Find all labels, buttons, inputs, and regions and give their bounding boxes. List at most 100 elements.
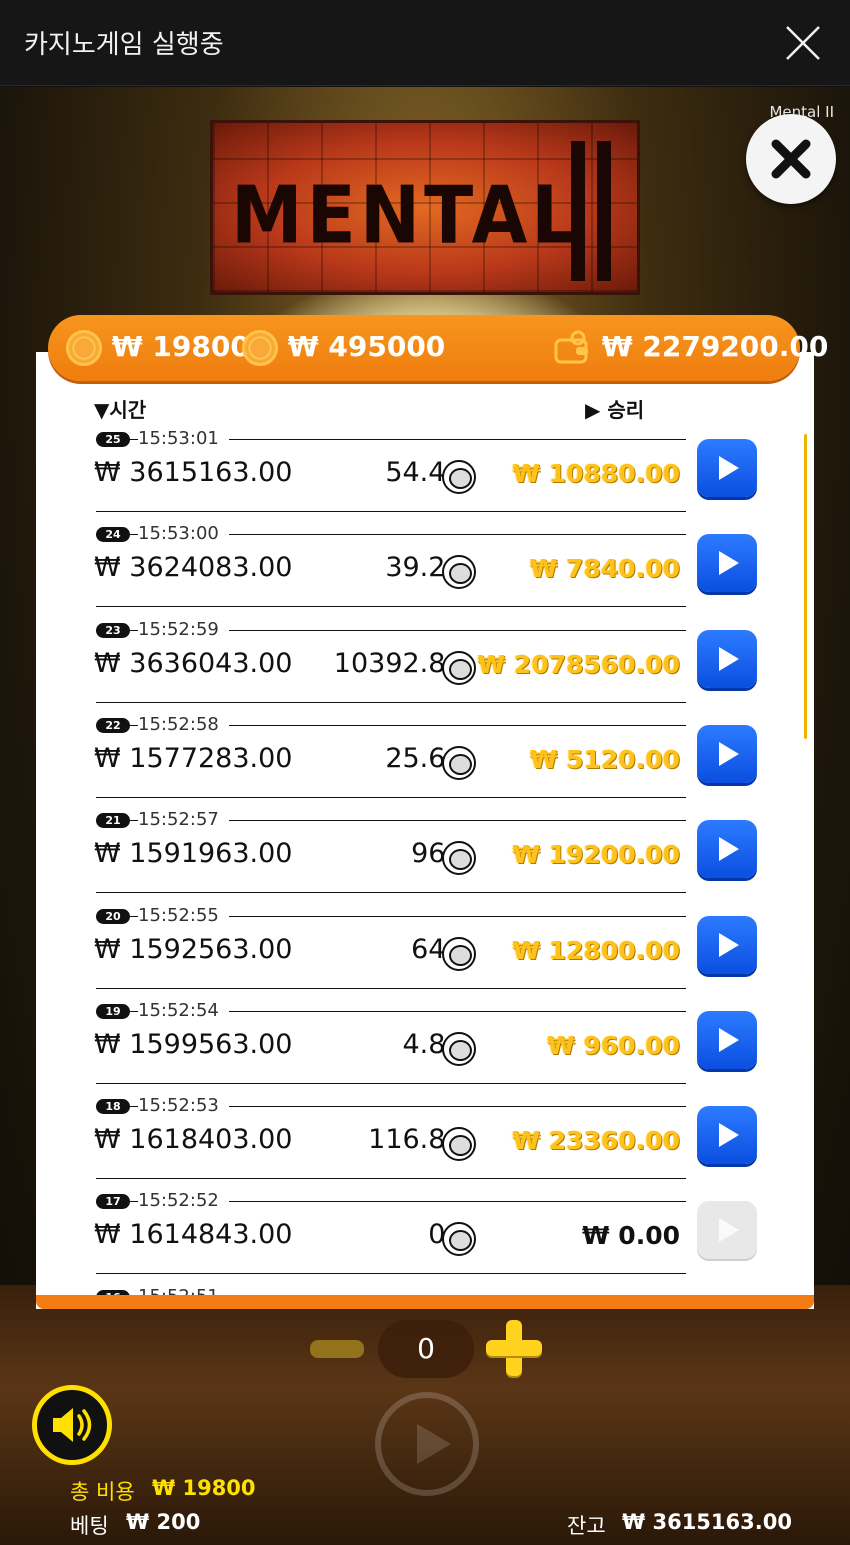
history-row: 1715:52:52₩ 1614843.000 x₩ 0.00 — [36, 1189, 814, 1284]
total-cost-label: 총 비용 — [70, 1480, 135, 1504]
round-win-amount: ₩ 2078560.00 — [477, 649, 680, 679]
close-icon — [771, 139, 811, 179]
bet-label: 베팅 — [70, 1514, 109, 1538]
round-balance: ₩ 1614843.00 — [94, 1219, 293, 1251]
round-time: 15:52:52 — [138, 1190, 229, 1212]
coin-icon — [442, 841, 476, 876]
replay-button[interactable] — [697, 1010, 757, 1069]
stat-bet-total: ₩ 19800 — [66, 330, 250, 366]
close-icon[interactable] — [784, 24, 822, 62]
history-row: 18 15:52:53 ₩ 1618403.00 116.8 x ₩ 23360.00 — [36, 1094, 814, 1189]
round-time: 15:52:58 — [138, 713, 229, 735]
speaker-icon — [53, 1408, 92, 1442]
row-divider — [96, 1082, 686, 1084]
coin-icon — [442, 1031, 476, 1066]
round-time: 15:52:55 — [138, 904, 229, 926]
bet-value: ₩ 200 — [126, 1510, 201, 1534]
round-time: 15:53:00 — [138, 523, 229, 545]
sound-toggle-button[interactable] — [32, 1385, 112, 1465]
round-number-badge: 19 — [96, 1003, 130, 1019]
replay-button[interactable] — [697, 534, 757, 593]
round-win-amount: ₩ 23360.00 — [512, 1126, 680, 1156]
history-stats-bar: ₩ 19800 ₩ 495000 ₩ 2279200.00 — [48, 315, 828, 381]
game-canvas: MENTAL Mental II ₩ 19800 ₩ 495000 ₩ 2279… — [0, 87, 850, 1545]
history-row: 24 15:53:00 ₩ 3624083.00 39.2 x ₩ 7840.00 — [36, 522, 814, 617]
row-divider — [96, 511, 686, 512]
round-balance: ₩ 3636043.00 — [94, 647, 293, 679]
history-row: 23 15:52:59 ₩ 3636043.00 10392.8 x ₩ 2078560… — [36, 618, 814, 713]
round-time: 15:52:54 — [138, 999, 229, 1021]
history-close-button[interactable] — [746, 114, 836, 204]
replay-button — [697, 1201, 757, 1260]
window-title: 카지노게임 실행중 — [24, 30, 224, 60]
round-number-badge: 21 — [96, 813, 130, 829]
coin-icon — [442, 1127, 476, 1162]
balance-label: 잔고 — [567, 1514, 606, 1538]
replay-button[interactable] — [697, 724, 757, 783]
stat-balance-total: ₩ 2279200.00 — [554, 330, 828, 366]
round-time: 15:53:01 — [138, 428, 229, 449]
history-row: 16 15:52:51 — [36, 1285, 814, 1295]
round-balance: ₩ 1577283.00 — [94, 742, 293, 774]
round-number-badge: 22 — [96, 717, 130, 733]
stat-balance-total-value: ₩ 2279200.00 — [601, 330, 829, 363]
stat-bet-total-value: ₩ 19800 — [111, 330, 250, 363]
round-balance: ₩ 3615163.00 — [94, 457, 293, 488]
replay-button[interactable] — [697, 915, 757, 974]
row-divider — [96, 1273, 686, 1275]
coin-icon — [242, 330, 278, 366]
round-number-badge: 24 — [96, 527, 130, 543]
history-row: 20 15:52:55 ₩ 1592563.00 64 x ₩ 12800.00 — [36, 904, 814, 999]
history-list: 25 15:53:01 ₩ 3615163.00 54.4 x ₩ 10880.00 24… — [36, 427, 814, 1295]
spin-button[interactable] — [375, 1392, 479, 1496]
round-win-amount: ₩ 10880.00 — [512, 459, 680, 488]
round-number-badge: 18 — [96, 1099, 130, 1115]
column-header-time[interactable]: ▼시간 — [94, 394, 146, 423]
round-number-badge: 17 — [96, 1194, 130, 1210]
row-divider — [96, 796, 686, 798]
round-time: 15:52:53 — [138, 1095, 229, 1117]
round-win-amount: ₩ 960.00 — [547, 1030, 680, 1060]
game-logo: MENTAL — [210, 120, 640, 295]
coin-icon — [442, 1222, 476, 1257]
round-win-amount: ₩ 12800.00 — [512, 935, 680, 965]
round-time: 15:52:59 — [138, 618, 229, 640]
bet-amount-display: 0 — [378, 1320, 474, 1378]
coin-icon — [66, 330, 102, 366]
wallet-icon — [554, 330, 588, 364]
history-row: 19 15:52:54 ₩ 1599563.00 4.8 x ₩ 960.00 — [36, 999, 814, 1094]
replay-button[interactable] — [697, 820, 757, 879]
stat-max-win: ₩ 495000 — [242, 330, 445, 366]
replay-button[interactable] — [697, 629, 757, 688]
coin-icon — [442, 460, 476, 494]
total-cost-value: ₩ 19800 — [152, 1476, 256, 1500]
round-number-badge: 20 — [96, 908, 130, 924]
round-number-badge: 25 — [96, 432, 130, 447]
round-win-amount: ₩ 19200.00 — [512, 840, 680, 870]
column-header-win[interactable]: ▶ 승리 — [585, 394, 644, 423]
row-divider — [96, 987, 686, 989]
stat-max-win-value: ₩ 495000 — [287, 330, 446, 363]
row-divider — [96, 701, 686, 703]
round-balance: ₩ 1618403.00 — [94, 1124, 293, 1156]
replay-button[interactable] — [697, 439, 757, 497]
round-number-badge: 23 — [96, 622, 130, 638]
bet-increase-button[interactable] — [486, 1320, 542, 1376]
replay-button[interactable] — [697, 1106, 757, 1165]
history-row: 22 15:52:58 ₩ 1577283.00 25.6 x ₩ 5120.00 — [36, 713, 814, 808]
round-number-badge: 16 — [96, 1289, 130, 1295]
round-win-amount: ₩ 0.00 — [582, 1221, 680, 1251]
row-divider — [96, 892, 686, 894]
round-balance: ₩ 1591963.00 — [94, 838, 293, 870]
game-logo-text: MENTAL — [231, 168, 582, 262]
app-topbar: 카지노게임 실행중 — [0, 0, 850, 86]
coin-icon — [442, 650, 476, 685]
coin-icon — [442, 936, 476, 971]
balance-value: ₩ 3615163.00 — [622, 1510, 792, 1534]
history-panel-footer-bar — [36, 1295, 814, 1309]
history-row: 21 15:52:57 ₩ 1591963.00 96 x ₩ 19200.00 — [36, 808, 814, 903]
round-balance: ₩ 3624083.00 — [94, 552, 293, 584]
row-divider — [96, 606, 686, 608]
bet-decrease-button[interactable] — [310, 1340, 364, 1358]
coin-icon — [442, 555, 476, 590]
